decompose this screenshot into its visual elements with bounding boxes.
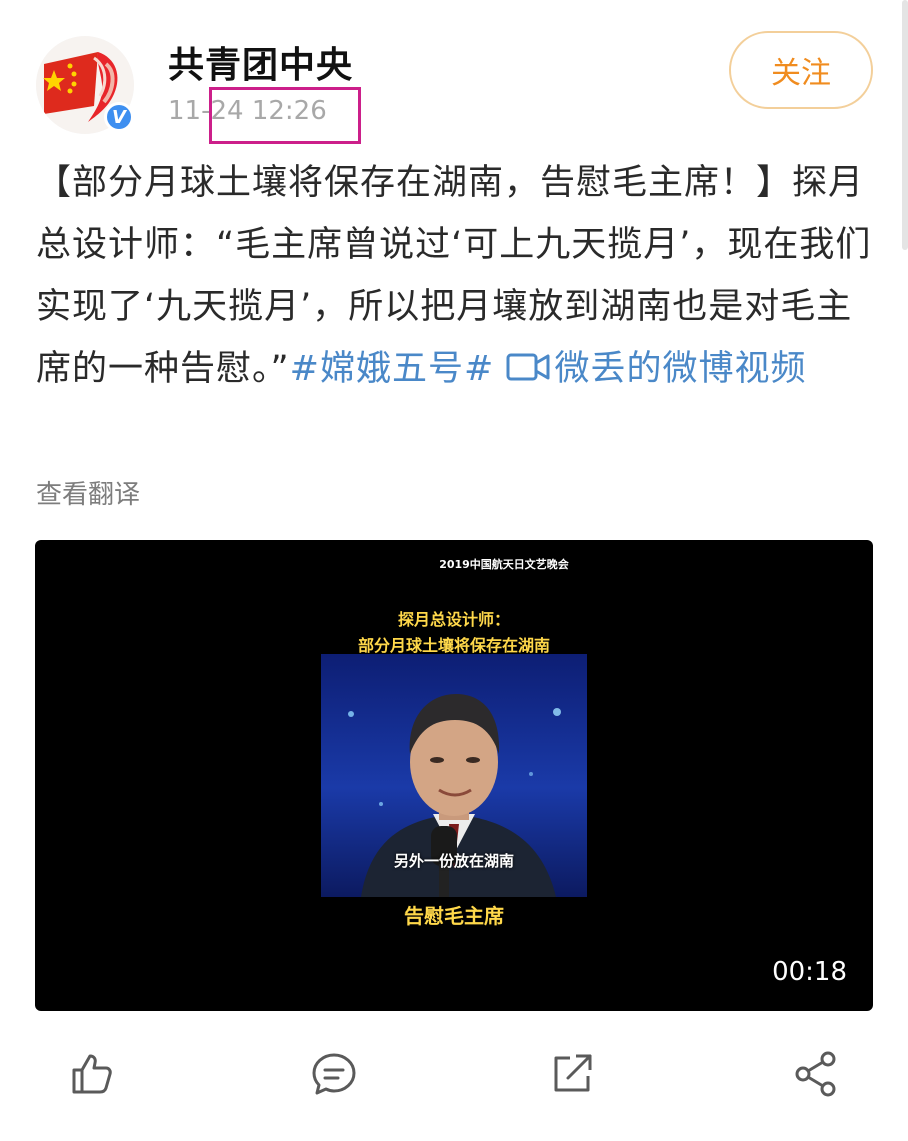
hashtag-link[interactable]: #嫦娥五号# — [290, 349, 495, 389]
repost-icon — [554, 1054, 592, 1092]
scrollbar[interactable] — [902, 0, 908, 250]
translate-link[interactable]: 查看翻译 — [36, 474, 140, 511]
video-link-label: 微丢的微博视频 — [554, 349, 807, 389]
like-button[interactable] — [68, 1050, 116, 1098]
share-icon — [795, 1051, 836, 1097]
video-event-title: 2019中国航天日文艺晚会 — [439, 558, 569, 571]
video-player[interactable]: 2019中国航天日文艺晚会 探月总设计师： 部分月球土壤将保存在湖南 另外一份放… — [35, 540, 873, 1011]
video-headline-line1: 探月总设计师： — [397, 610, 510, 629]
video-caption: 告慰毛主席 — [404, 904, 504, 928]
post-text: 【部分月球土壤将保存在湖南，告慰毛主席！】探月总设计师：“毛主席曾说过‘可上九天… — [36, 152, 876, 400]
video-duration: 00:18 — [772, 957, 847, 987]
repost-button[interactable] — [548, 1050, 596, 1098]
account-name[interactable]: 共青团中央 — [168, 36, 353, 88]
comment-button[interactable] — [310, 1050, 358, 1098]
follow-button[interactable]: 关注 — [729, 31, 873, 109]
video-headline-line2: 部分月球土壤将保存在湖南 — [357, 636, 550, 655]
verified-badge-icon: V — [104, 102, 134, 132]
video-subtitle: 另外一份放在湖南 — [393, 852, 514, 870]
video-link[interactable]: 微丢的微博视频 — [506, 349, 806, 389]
comment-icon — [312, 1053, 356, 1095]
share-button[interactable] — [792, 1050, 840, 1098]
like-icon — [72, 1054, 112, 1094]
timestamp-highlight-box — [209, 87, 361, 144]
follow-button-label: 关注 — [771, 56, 831, 91]
video-camera-icon — [506, 353, 550, 381]
action-bar — [0, 1042, 908, 1112]
